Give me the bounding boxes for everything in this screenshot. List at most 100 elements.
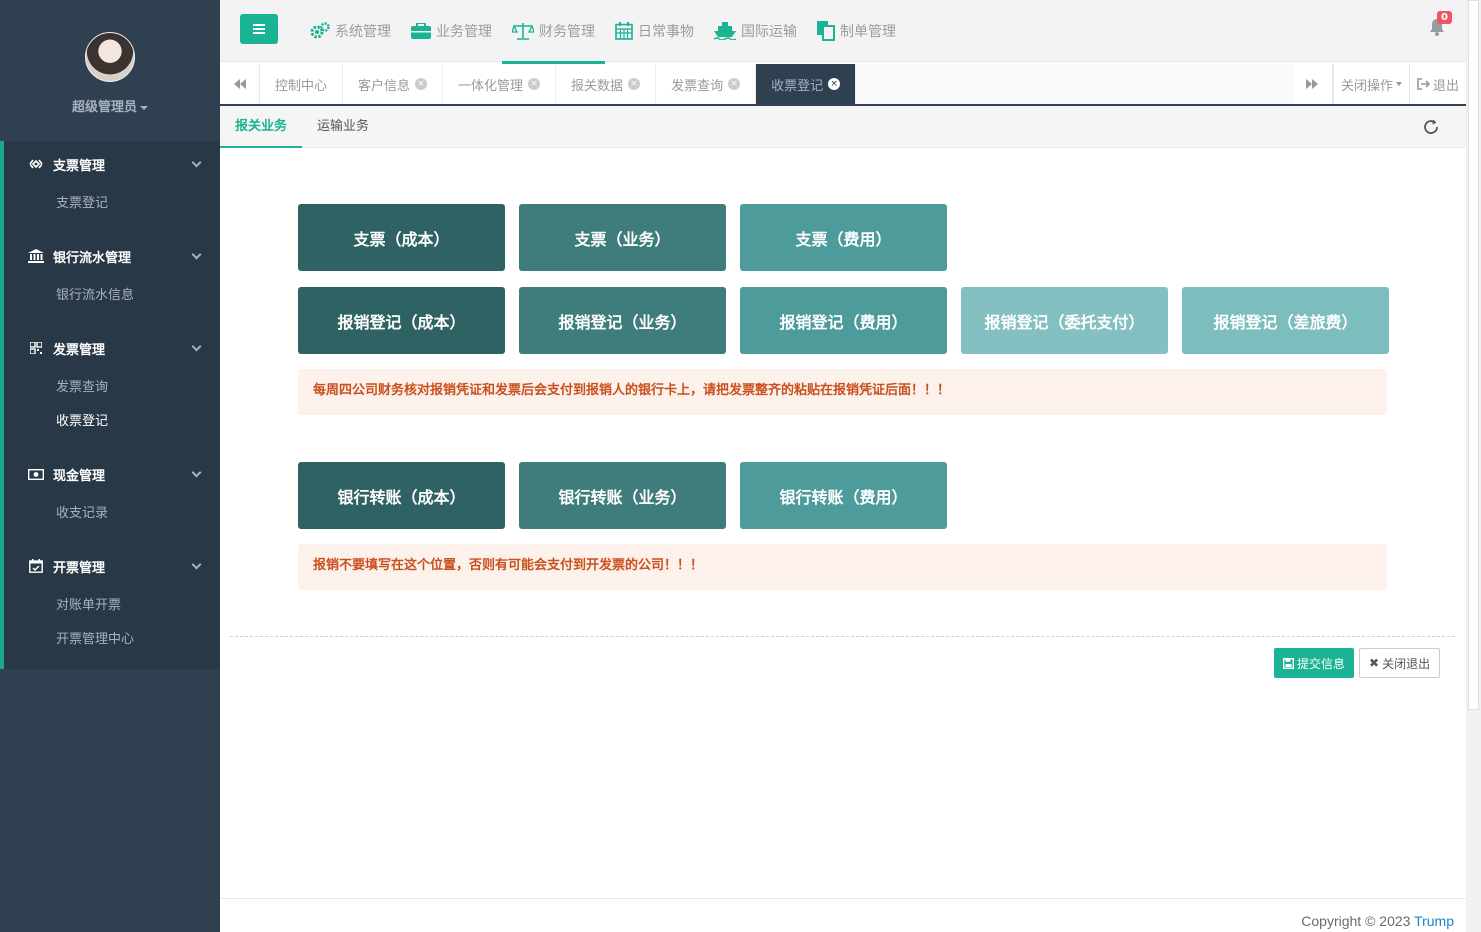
cheque-expense-button[interactable]: 支票（费用） <box>740 204 947 271</box>
profile-name[interactable]: 超级管理员 <box>0 96 220 115</box>
main-content: 支票（成本） 支票（业务） 支票（费用） 报销登记（成本） 报销登记（业务） 报… <box>220 148 1466 898</box>
topnav-business[interactable]: 业务管理 <box>401 0 502 62</box>
sidebar-item-invoice-receive[interactable]: 收票登记 <box>4 405 220 439</box>
close-exit-button[interactable]: ✖ 关闭退出 <box>1359 648 1441 678</box>
topnav-shipping[interactable]: 国际运输 <box>704 0 807 62</box>
copyright-text: Copyright © 2023 <box>1301 913 1411 929</box>
transfer-business-button[interactable]: 银行转账（业务） <box>519 462 726 529</box>
logout-label: 退出 <box>1432 78 1459 94</box>
double-chevron-left-icon <box>233 79 246 89</box>
notification-badge: 0 <box>1437 11 1452 24</box>
footer: Copyright © 2023 Trump <box>220 898 1466 932</box>
sidebar-item-invoice-center[interactable]: 开票管理中心 <box>4 623 220 657</box>
sidebar-group-label: 发票管理 <box>53 342 106 358</box>
close-icon[interactable]: × <box>628 78 641 90</box>
close-operations-dropdown[interactable]: 关闭操作 <box>1332 64 1409 104</box>
tabs-scroll-right-button[interactable] <box>1292 64 1333 104</box>
hamburger-icon <box>253 24 265 34</box>
topnav-finance[interactable]: 财务管理 <box>502 0 605 64</box>
topnav-system[interactable]: 系统管理 <box>300 0 401 62</box>
tab-label: 发票查询 <box>671 78 724 94</box>
tab-label: 客户信息 <box>358 78 411 94</box>
close-icon[interactable]: × <box>728 78 741 90</box>
submit-label: 提交信息 <box>1297 656 1346 671</box>
close-icon[interactable]: × <box>528 78 541 90</box>
tab-customer-info[interactable]: 客户信息 × <box>343 64 444 104</box>
tab-customs-data[interactable]: 报关数据 × <box>556 64 657 104</box>
double-chevron-right-icon <box>1306 79 1319 89</box>
sidebar-item-invoice-query[interactable]: 发票查询 <box>4 371 220 405</box>
reimburse-travel-button[interactable]: 报销登记（差旅费） <box>1182 287 1389 354</box>
topnav-documents[interactable]: 制单管理 <box>807 0 906 62</box>
chevron-down-icon <box>191 341 202 351</box>
sidebar-group-label: 现金管理 <box>53 468 106 484</box>
reimburse-business-button[interactable]: 报销登记（业务） <box>519 287 726 354</box>
reimburse-entrusted-button[interactable]: 报销登记（委托支付） <box>961 287 1168 354</box>
sidebar-item-cheque-register[interactable]: 支票登记 <box>4 187 220 221</box>
sidebar-group-invoice: 发票管理 发票查询 收票登记 <box>4 325 220 451</box>
sidebar-group-head[interactable]: 开票管理 <box>4 543 220 589</box>
topnav-label: 国际运输 <box>741 24 797 40</box>
chevron-down-icon <box>191 249 202 259</box>
diamond-outline-icon <box>28 158 44 170</box>
page-scrollbar[interactable] <box>1466 0 1481 932</box>
scrollbar-thumb[interactable] <box>1468 0 1479 710</box>
sidebar-group-bank: 银行流水管理 银行流水信息 <box>4 233 220 325</box>
subtab-customs[interactable]: 报关业务 <box>220 106 303 148</box>
tab-label: 收票登记 <box>771 78 824 94</box>
sidebar-group-head[interactable]: 发票管理 <box>4 325 220 371</box>
sidebar-group-head[interactable]: 支票管理 <box>4 141 220 187</box>
transfer-expense-button[interactable]: 银行转账（费用） <box>740 462 947 529</box>
topnav-label: 日常事物 <box>638 24 694 40</box>
tab-label: 一体化管理 <box>458 78 524 94</box>
cheque-buttons: 支票（成本） 支票（业务） 支票（费用） <box>298 204 947 271</box>
sidebar-item-cash-records[interactable]: 收支记录 <box>4 497 220 531</box>
sidebar-group-head[interactable]: 现金管理 <box>4 451 220 497</box>
tab-integration[interactable]: 一体化管理 × <box>443 64 557 104</box>
ship-icon <box>714 22 736 40</box>
bank-icon <box>28 249 44 263</box>
caret-down-icon <box>1395 82 1402 86</box>
topnav-daily[interactable]: 日常事物 <box>605 0 704 62</box>
brand-link[interactable]: Trump <box>1414 913 1454 929</box>
notice-reimburse: 每周四公司财务核对报销凭证和发票后会支付到报销人的银行卡上，请把发票整齐的粘贴在… <box>298 369 1387 415</box>
caret-down-icon <box>140 105 148 110</box>
topnav-label: 财务管理 <box>539 24 595 40</box>
tab-invoice-receive[interactable]: 收票登记 × <box>756 64 857 104</box>
money-icon <box>28 468 44 480</box>
transfer-cost-button[interactable]: 银行转账（成本） <box>298 462 505 529</box>
avatar[interactable] <box>85 32 135 82</box>
sidebar-item-bank-flow[interactable]: 银行流水信息 <box>4 279 220 313</box>
notice-transfer: 报销不要填写在这个位置，否则有可能会支付到开发票的公司！！！ <box>298 544 1387 590</box>
topnav-label: 系统管理 <box>335 24 391 40</box>
reimburse-cost-button[interactable]: 报销登记（成本） <box>298 287 505 354</box>
sidebar-item-statement-invoice[interactable]: 对账单开票 <box>4 589 220 623</box>
profile-name-label: 超级管理员 <box>71 100 137 115</box>
close-operations-label: 关闭操作 <box>1340 78 1393 94</box>
sidebar-group-label: 银行流水管理 <box>53 250 132 266</box>
tab-control-center[interactable]: 控制中心 <box>260 64 344 104</box>
save-icon <box>1283 657 1294 669</box>
close-icon[interactable]: × <box>828 78 841 90</box>
cheque-business-button[interactable]: 支票（业务） <box>519 204 726 271</box>
tab-invoice-query[interactable]: 发票查询 × <box>656 64 757 104</box>
top-navbar: 系统管理 业务管理 财务管理 日常事物 国际运输 制单管理 0 <box>220 0 1481 64</box>
calendar-icon <box>615 22 633 40</box>
menu-toggle-button[interactable] <box>240 14 278 44</box>
logout-button[interactable]: 退出 <box>1408 64 1466 104</box>
sidebar-group-cheque: 支票管理 支票登记 <box>4 141 220 233</box>
close-icon[interactable]: × <box>415 78 428 90</box>
cheque-cost-button[interactable]: 支票（成本） <box>298 204 505 271</box>
refresh-icon[interactable] <box>1422 118 1440 136</box>
file-copy-icon <box>817 21 835 41</box>
subtab-transport[interactable]: 运输业务 <box>302 106 384 148</box>
sign-out-icon <box>1417 78 1430 90</box>
close-exit-label: 关闭退出 <box>1382 656 1431 671</box>
top-nav: 系统管理 业务管理 财务管理 日常事物 国际运输 制单管理 <box>300 0 906 64</box>
submit-button[interactable]: 提交信息 <box>1274 648 1355 678</box>
page-tabs-bar: 控制中心 客户信息 × 一体化管理 × 报关数据 × 发票查询 × 收票登记 × 关闭操作… <box>220 64 1466 106</box>
reimburse-expense-button[interactable]: 报销登记（费用） <box>740 287 947 354</box>
sidebar-group-label: 支票管理 <box>53 158 106 174</box>
sidebar-group-head[interactable]: 银行流水管理 <box>4 233 220 279</box>
tabs-scroll-left-button[interactable] <box>220 64 260 104</box>
